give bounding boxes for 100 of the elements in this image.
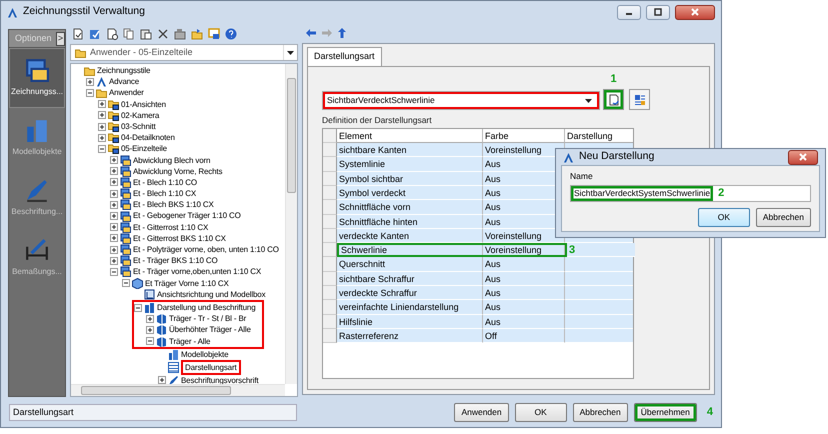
folder-icon[interactable] — [191, 28, 203, 40]
name-field[interactable]: SichtbarVerdecktSystemSchwerlinie 2 — [570, 185, 811, 202]
dialog-button[interactable]: OK — [514, 402, 567, 422]
folder-icon[interactable] — [174, 28, 186, 40]
tree-item[interactable]: 02-Kamera — [121, 110, 160, 121]
tree-item[interactable]: Anwender — [109, 87, 144, 99]
row-header[interactable] — [323, 328, 337, 344]
collapse-toggle[interactable] — [122, 279, 130, 288]
table-cell: Symbol verdeckt — [337, 186, 483, 200]
edit-button[interactable] — [629, 89, 650, 110]
step-number: 1 — [610, 72, 617, 86]
expand-toggle[interactable] — [98, 122, 106, 131]
expand-toggle[interactable] — [110, 223, 118, 232]
tree-item[interactable]: Et Träger Vorne 1:10 CX — [145, 278, 229, 289]
new-icon[interactable] — [72, 28, 84, 40]
expand-toggle[interactable] — [146, 314, 154, 323]
logo-icon — [563, 152, 574, 163]
collapse-toggle[interactable] — [134, 304, 142, 312]
tree-item[interactable]: Et - Gitterrost BKS 1:10 CX — [133, 232, 226, 244]
table-cell: Aus — [483, 314, 565, 329]
tree-item[interactable]: Et - Träger vorne,oben,unten 1:10 CX — [133, 266, 262, 278]
collapse-toggle[interactable] — [98, 144, 106, 153]
expand-toggle[interactable] — [110, 167, 118, 176]
tree-item[interactable]: Träger - Alle — [169, 336, 210, 347]
expand-toggle[interactable] — [98, 111, 106, 120]
plus-icon — [111, 258, 117, 264]
maximize-icon[interactable] — [652, 7, 664, 17]
tree-item[interactable]: Et - Polyträger vorne, oben, unten 1:10 CO — [133, 244, 279, 256]
tree-item[interactable]: Et - Blech 1:10 CO — [133, 176, 197, 188]
tree-item[interactable]: Überhöhter Träger - Alle — [169, 324, 251, 336]
expand-toggle[interactable] — [98, 134, 106, 142]
tree-item[interactable]: Abwicklung Blech vorn — [133, 154, 210, 166]
sidebar-item[interactable]: Zeichnungss... — [9, 48, 65, 108]
table-cell: sichtbare Kanten — [337, 143, 483, 158]
tree-item[interactable]: 05-Einzelteile — [121, 143, 167, 155]
folder-icon — [108, 110, 119, 121]
paste-icon[interactable] — [140, 28, 152, 40]
expand-button[interactable]: > — [56, 32, 65, 46]
tree-item[interactable]: 04-Detailknoten — [121, 132, 175, 144]
plus-icon — [111, 202, 117, 208]
document-icon[interactable] — [106, 28, 118, 40]
tree-item[interactable]: Träger - Tr - St / Bl - Br — [169, 313, 246, 324]
tree-item[interactable]: 01-Ansichten — [121, 98, 166, 110]
style-dropdown[interactable]: Anwender - 05-Einzelteile — [70, 44, 298, 61]
plus-icon — [159, 377, 165, 384]
close-icon[interactable] — [689, 7, 701, 17]
expand-toggle[interactable] — [110, 246, 118, 254]
vertical-scrollbar[interactable] — [285, 64, 297, 384]
tree-item[interactable]: Et - Gebogener Träger 1:10 CO — [133, 210, 241, 222]
tree-item[interactable]: Zeichnungsstile — [97, 65, 150, 76]
expand-toggle[interactable] — [110, 212, 118, 220]
back-arrow-icon[interactable] — [306, 29, 316, 37]
expand-toggle[interactable] — [110, 190, 118, 198]
collapse-toggle[interactable] — [146, 337, 154, 346]
tree-item[interactable]: Darstellungsart — [181, 360, 241, 375]
collapse-toggle[interactable] — [86, 88, 94, 97]
plus-icon — [111, 213, 117, 220]
tree-item[interactable]: Et - Träger BKS 1:10 CO — [133, 255, 218, 266]
dialog-button[interactable]: Übernehmen — [634, 402, 697, 422]
dialog-button[interactable]: OK — [698, 208, 750, 227]
object-icon — [156, 336, 167, 347]
tree-item[interactable]: Abwicklung Vorne, Rechts — [133, 166, 222, 177]
dialog-button[interactable]: Abbrechen — [572, 402, 628, 422]
expand-toggle[interactable] — [110, 156, 118, 164]
tree-item[interactable]: Et - Blech BKS 1:10 CX — [133, 199, 214, 210]
plus-icon — [111, 246, 117, 253]
tree-item[interactable]: Advance — [109, 76, 140, 88]
tree-item[interactable]: 03-Schnitt — [121, 120, 156, 132]
tree-item[interactable]: Et - Gitterrost 1:10 CX — [133, 222, 208, 233]
edit-icon[interactable] — [89, 28, 101, 40]
horizontal-scrollbar[interactable] — [71, 384, 285, 396]
expand-toggle[interactable] — [110, 234, 118, 242]
tree-item[interactable]: Beschriftungsvorschrift — [181, 374, 258, 386]
up-arrow-icon[interactable] — [338, 28, 346, 38]
copy-icon[interactable] — [123, 28, 135, 40]
expand-toggle[interactable] — [98, 100, 106, 108]
expand-toggle[interactable] — [158, 376, 166, 384]
column-header[interactable]: Element — [337, 128, 483, 144]
display-style-dropdown[interactable]: SichtbarVerdecktSchwerlinie — [322, 91, 600, 110]
help-icon[interactable] — [225, 28, 237, 40]
expand-toggle[interactable] — [110, 200, 118, 209]
expand-toggle[interactable] — [110, 178, 118, 186]
column-header[interactable]: Farbe — [483, 128, 565, 144]
window-icon[interactable] — [208, 28, 220, 40]
tree-item[interactable]: Modellobjekte — [181, 348, 228, 360]
tree-item[interactable]: Darstellung und Beschriftung — [157, 302, 256, 314]
collapse-toggle[interactable] — [110, 268, 118, 276]
tree-item[interactable]: Ansichtsrichtung und Modellbox — [157, 288, 266, 300]
tree-item[interactable]: Et - Blech 1:10 CX — [133, 188, 196, 200]
style-icon — [120, 166, 131, 177]
expand-toggle[interactable] — [110, 256, 118, 265]
dialog-button[interactable]: Abbrechen — [756, 208, 811, 227]
expand-toggle[interactable] — [146, 326, 154, 334]
delete-icon[interactable] — [157, 28, 169, 40]
close-icon[interactable] — [797, 152, 809, 162]
expand-toggle[interactable] — [86, 78, 94, 86]
new-style-button[interactable] — [603, 89, 624, 110]
tab[interactable]: Darstellungsart — [307, 47, 382, 66]
dialog-button[interactable]: Anwenden — [454, 402, 509, 422]
plus-icon — [99, 101, 105, 108]
